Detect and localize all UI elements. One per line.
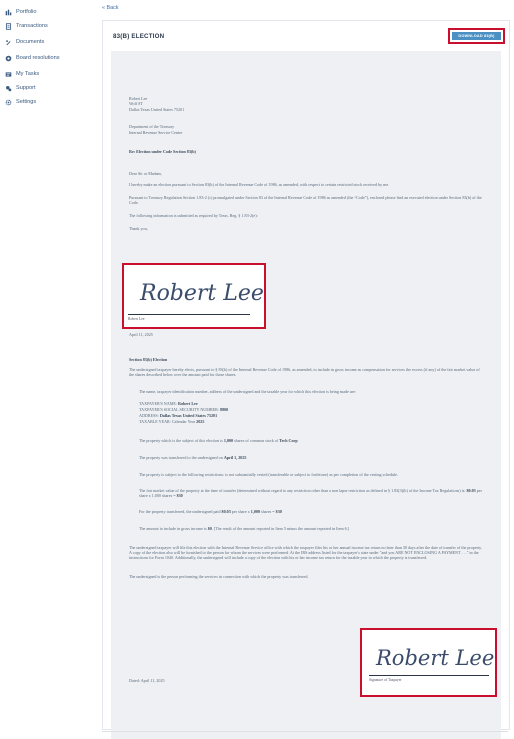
item-6-text: For the property transferred, the unders… [139, 509, 221, 514]
item-7: The amount to include in gross income is… [139, 526, 349, 531]
sidebar-item-label: Documents [16, 39, 45, 45]
item-7-text: The amount to include in gross income is [139, 526, 207, 531]
page-divider [102, 731, 508, 732]
address-row: ADDRESS: Dallas Texas United States 7520… [139, 413, 217, 418]
ssn-value: 8800 [220, 407, 229, 412]
item-1: The name, taxpayer identification number… [139, 389, 356, 394]
gear-icon [5, 99, 12, 106]
sidebar-item-label: Board resolutions [16, 55, 60, 61]
sidebar-item-my-tasks[interactable]: My Tasks [5, 68, 39, 80]
sidebar-item-label: My Tasks [16, 71, 40, 77]
sidebar-item-label: Settings [16, 99, 37, 105]
election-card: 83(B) ELECTION DOWNLOAD 83(B) Robert Lee… [102, 20, 510, 739]
signature-caption: Robert Lee [128, 317, 145, 321]
item-5-price: $0.03 [466, 488, 476, 493]
item-5: The fair market value of the property at… [139, 488, 485, 498]
item-7-post: . [The result of the amount reported in … [211, 526, 350, 531]
sidebar-item-portfolio[interactable]: Portfolio [5, 6, 37, 18]
item-2-company: Tech Corp [279, 438, 298, 443]
page-title: 83(B) ELECTION [113, 33, 165, 40]
taxpayer-signature-caption: Signature of Taxpayer [369, 678, 402, 682]
ssn-row: TAXPAYER'S SOCIAL SECURITY NUMBER: 8800 [139, 407, 228, 412]
paragraph-2: Pursuant to Treasury Regulation Section … [129, 195, 482, 206]
item-5-text: The fair market value of the property at… [139, 488, 466, 493]
section-intro: The undersigned taxpayer hereby elects, … [129, 367, 480, 378]
taxpayer-name: Robert Lee [178, 401, 198, 406]
item-3-date: April 1, 2025 [223, 455, 247, 460]
salutation: Dear Sir or Madam, [129, 171, 162, 176]
dated-line: Dated: April 11, 2025 [129, 678, 165, 683]
signature-line [128, 314, 250, 315]
item-3-text: The property was transferred to the unde… [139, 455, 223, 460]
back-link[interactable]: « Back [102, 5, 118, 11]
recipient-line-2: Internal Revenue Service Center [129, 130, 183, 135]
item-2-mid: shares of common stock of [234, 438, 279, 443]
documents-icon [5, 39, 12, 46]
closing: Thank you, [129, 226, 148, 231]
item-6-total: $30 [275, 509, 282, 514]
taxpayer-name-label: TAXPAYER'S NAME: [139, 401, 177, 406]
re-line: Re: Election under Code Section 83(b) [129, 149, 196, 154]
download-button-label: DOWNLOAD 83(B) [452, 32, 501, 40]
item-2: The property which is the subject of thi… [139, 438, 298, 443]
sidebar-item-settings[interactable]: Settings [5, 96, 36, 108]
paragraph-1: I hereby make an election pursuant to Se… [129, 182, 390, 187]
support-icon [5, 85, 12, 92]
taxpayer-signature-script: Robert Lee [376, 646, 495, 670]
document-preview: Robert Lee Wolf ST Dallas Texas United S… [111, 51, 501, 739]
sender-city: Dallas Texas United States 75201 [129, 107, 185, 112]
recipient-line-1: Department of the Treasury [129, 124, 175, 129]
tasks-icon [5, 71, 12, 78]
download-button[interactable]: DOWNLOAD 83(B) [448, 28, 505, 44]
sender-street: Wolf ST [129, 101, 143, 106]
portfolio-icon [5, 9, 12, 16]
item-5-total: $30 [176, 493, 183, 499]
signature-date: April 11, 2025 [129, 332, 153, 337]
taxpayer-signature-box: Robert Lee Signature of Taxpayer [360, 628, 497, 697]
sidebar-item-documents[interactable]: Documents [5, 36, 44, 48]
taxable-year-row: TAXABLE YEAR: Calendar Year 2025 [139, 419, 204, 424]
item-6-shares: 1,000 [250, 509, 261, 514]
sidebar-item-label: Portfolio [16, 9, 37, 15]
sidebar-item-label: Transactions [16, 23, 48, 29]
item-2-shares: 1,000 [223, 438, 234, 443]
sidebar-item-label: Support [16, 85, 36, 91]
address-value: Dallas Texas United States 75201 [159, 413, 218, 418]
taxable-year-label: TAXABLE YEAR: Calendar Year [139, 419, 196, 424]
section-title: Section 83(b) Election [129, 357, 168, 362]
board-resolutions-icon [5, 55, 12, 62]
sidebar: Portfolio Transactions Documents Board r… [0, 0, 92, 738]
sidebar-item-board-resolutions[interactable]: Board resolutions [5, 52, 60, 64]
taxable-year: 2025 [196, 419, 205, 424]
item-6-post: shares = [261, 509, 275, 514]
item-6-mid: per share x [231, 509, 250, 514]
transactions-icon [5, 22, 12, 30]
closing-paragraph-1: The undersigned taxpayer will file this … [129, 545, 482, 561]
sidebar-item-transactions[interactable]: Transactions [5, 20, 48, 32]
ssn-label: TAXPAYER'S SOCIAL SECURITY NUMBER: [139, 407, 219, 412]
item-6: For the property transferred, the unders… [139, 509, 282, 514]
paragraph-3: The following information is submitted a… [129, 213, 258, 218]
item-4: The property is subject to the following… [139, 472, 398, 477]
sidebar-item-support[interactable]: Support [5, 82, 36, 94]
item-2-text: The property which is the subject of thi… [139, 438, 223, 443]
address-label: ADDRESS: [139, 413, 159, 418]
taxpayer-signature-line [369, 675, 489, 676]
closing-paragraph-2: The undersigned is the person performing… [129, 574, 309, 579]
item-3: The property was transferred to the unde… [139, 455, 246, 460]
taxpayer-name-row: TAXPAYER'S NAME: Robert Lee [139, 401, 198, 406]
item-6-price: $0.03 [221, 509, 231, 514]
signature-script: Robert Lee [140, 281, 264, 306]
signature-box: Robert Lee Robert Lee [122, 263, 266, 329]
